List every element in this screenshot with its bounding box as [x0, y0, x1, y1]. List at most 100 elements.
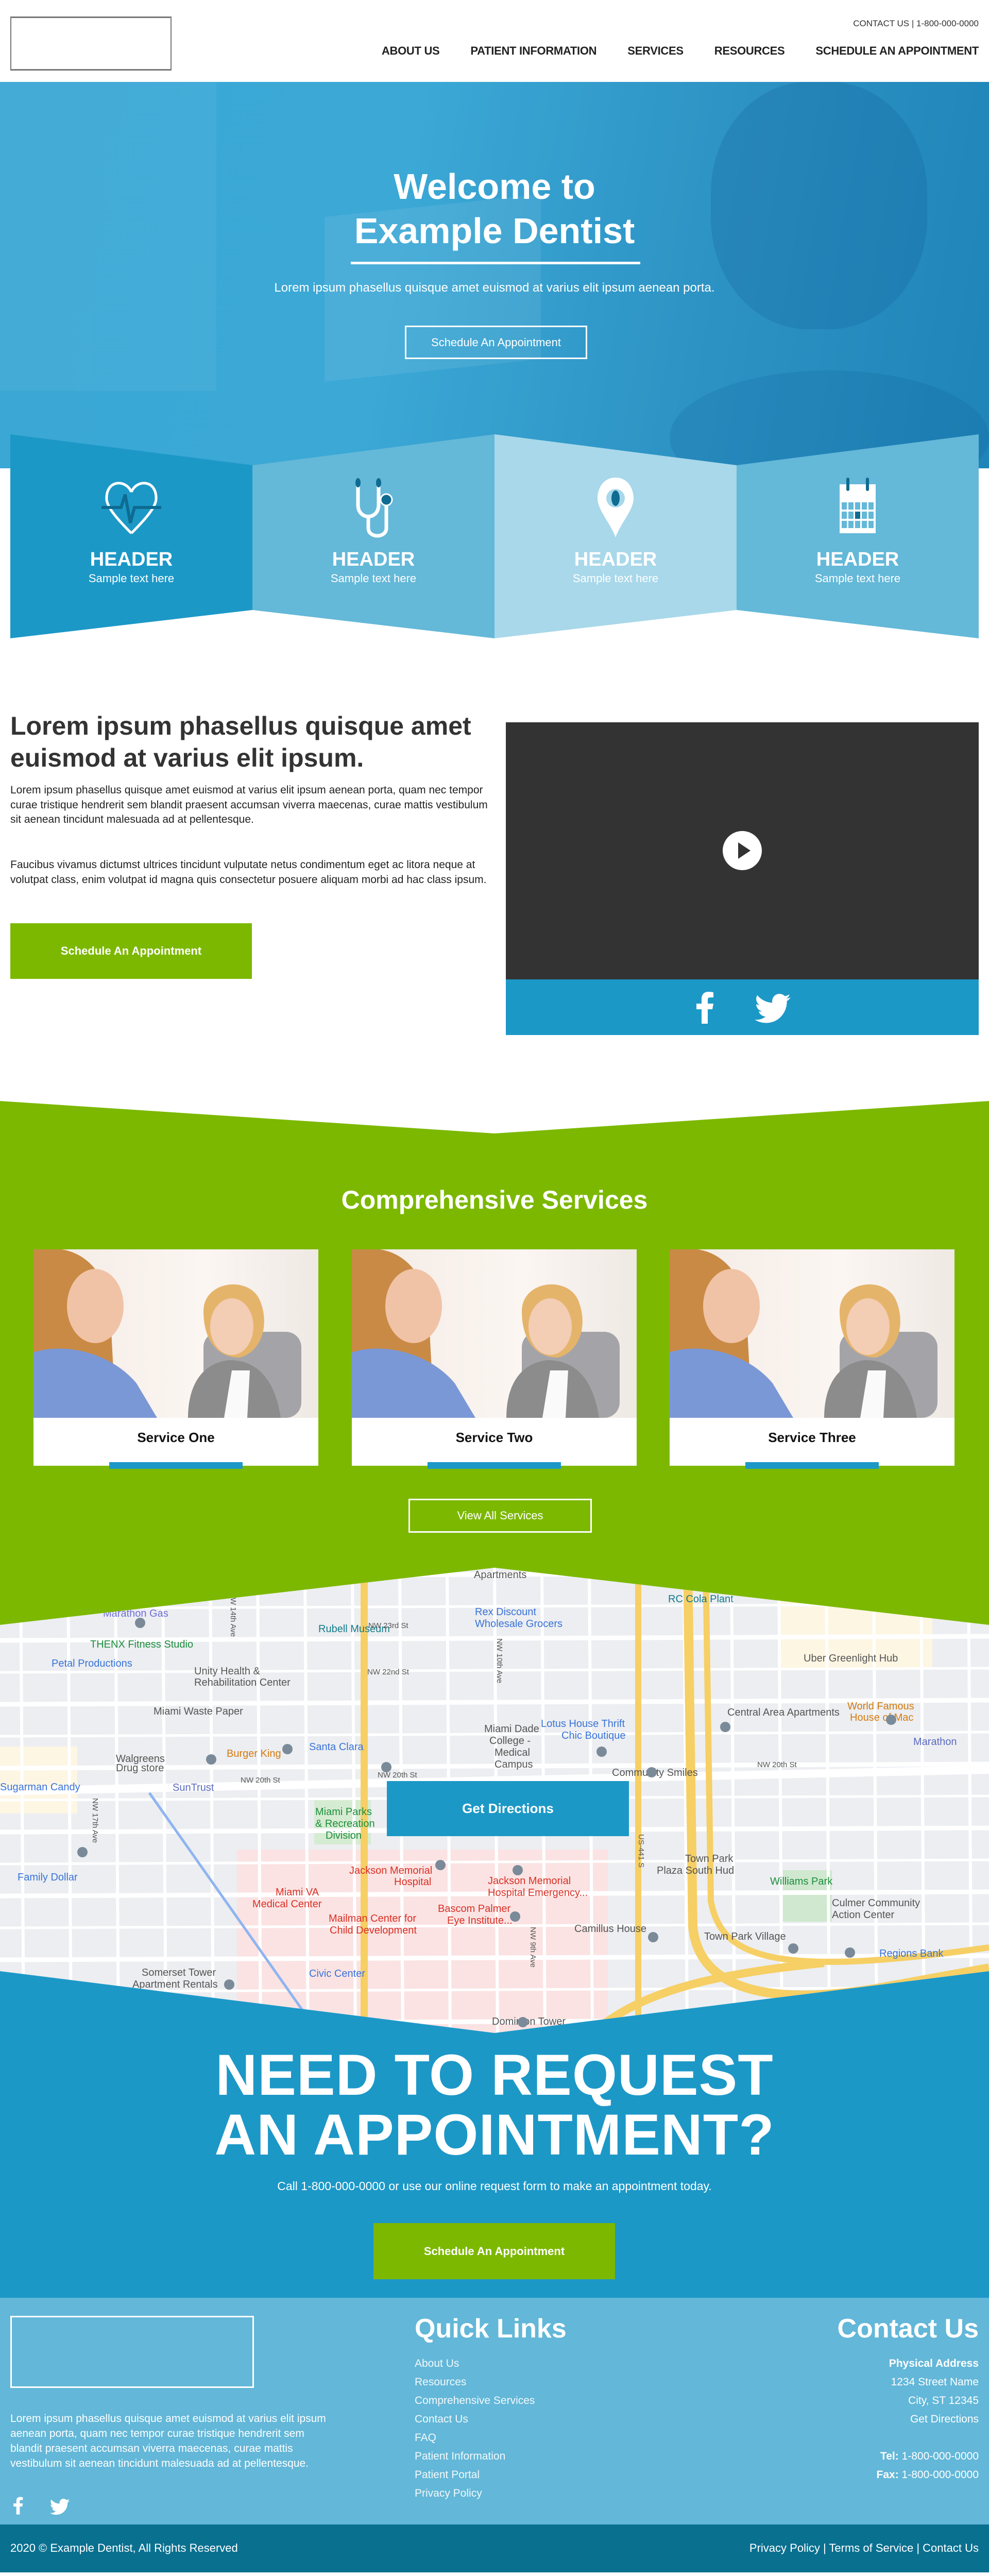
map-label: Medical: [494, 1747, 530, 1758]
map-label: NW 17th Ave: [91, 1798, 99, 1843]
calendar-icon: [840, 478, 876, 533]
feature-panel-3[interactable]: HEADER Sample text here: [494, 433, 737, 639]
highway: [635, 1568, 641, 2033]
quick-link-about-us[interactable]: About Us: [415, 2354, 535, 2373]
feature-text: Sample text here: [330, 572, 417, 585]
contact-us-link[interactable]: CONTACT US: [853, 19, 909, 28]
logo-placeholder[interactable]: [10, 16, 172, 71]
nav-resources[interactable]: RESOURCES: [714, 44, 785, 58]
quick-link-resources[interactable]: Resources: [415, 2373, 535, 2392]
service-accent-bar: [428, 1462, 561, 1469]
street: 1234 Street Name: [891, 2376, 979, 2388]
map-label: Marathon Gas: [103, 1608, 168, 1619]
stethoscope-icon: [355, 478, 393, 538]
map-label: Culmer Community: [832, 1897, 920, 1909]
quick-link-services[interactable]: Comprehensive Services: [415, 2392, 535, 2410]
nurse-patient-photo: [352, 1249, 620, 1418]
phone-link[interactable]: 1-800-000-0000: [916, 19, 979, 28]
map-label: Action Center: [832, 1909, 895, 1921]
map-pin-icon: [381, 1762, 391, 1772]
legal-links: Privacy Policy | Terms of Service | Cont…: [749, 2541, 979, 2555]
map-pin-icon: [513, 1865, 523, 1875]
footer-logo-placeholder[interactable]: [10, 2316, 254, 2388]
map-label: Miami Waste Paper: [154, 1706, 243, 1717]
bottom-bar: 2020 © Example Dentist, All Rights Reser…: [0, 2524, 989, 2572]
footer-about-text: Lorem ipsum phasellus quisque amet euism…: [10, 2413, 326, 2469]
hero-schedule-button[interactable]: Schedule An Appointment: [405, 326, 587, 359]
intro-paragraph-1: Lorem ipsum phasellus quisque amet euism…: [10, 784, 488, 826]
service-photo: [670, 1249, 954, 1418]
map-label: Jackson Memorial: [349, 1865, 432, 1876]
quick-link-privacy[interactable]: Privacy Policy: [415, 2484, 535, 2503]
map-label: Wholesale Grocers: [475, 1618, 562, 1630]
intro-paragraph-2: Faucibus vivamus dictumst ultrices tinci…: [10, 859, 487, 886]
map-pin-icon: [720, 1722, 730, 1732]
map-label: Hospital Emergency...: [488, 1887, 588, 1899]
view-all-services-button[interactable]: View All Services: [408, 1499, 592, 1533]
map-label: NW 9th Ave: [528, 1927, 537, 1968]
feature-panel-4[interactable]: HEADER Sample text here: [737, 433, 979, 639]
feature-panel-1[interactable]: HEADER Sample text here: [10, 433, 252, 639]
cta-schedule-button[interactable]: Schedule An Appointment: [373, 2223, 615, 2279]
map-label: Camillus House: [574, 1923, 646, 1935]
service-photo: [33, 1249, 318, 1418]
cta-title-line2: AN APPOINTMENT?: [214, 2103, 775, 2167]
footer-directions-link[interactable]: Get Directions: [877, 2410, 979, 2429]
map-label: Miami Dade: [484, 1723, 539, 1735]
map-label: RC Cola Plant: [668, 1594, 734, 1605]
map-label: THENX Fitness Studio: [90, 1639, 193, 1650]
main-nav: ABOUT US PATIENT INFORMATION SERVICES RE…: [382, 44, 979, 58]
fax-number: 1-800-000-0000: [901, 2469, 979, 2481]
nav-about-us[interactable]: ABOUT US: [382, 44, 440, 58]
video-social-bar: [506, 979, 979, 1035]
service-label: Service One: [137, 1430, 215, 1445]
nav-services[interactable]: SERVICES: [627, 44, 684, 58]
map-label: Town Park: [685, 1853, 734, 1865]
nav-schedule-appointment[interactable]: SCHEDULE AN APPOINTMENT: [815, 44, 979, 58]
footer-twitter-icon[interactable]: [49, 2499, 70, 2515]
legal-privacy-link[interactable]: Privacy Policy: [749, 2541, 820, 2554]
service-card-two[interactable]: Service Two: [352, 1249, 637, 1469]
site-header: CONTACT US | 1-800-000-0000 ABOUT US PAT…: [0, 0, 989, 82]
map-label: Medical Center: [252, 1899, 322, 1910]
quick-link-faq[interactable]: FAQ: [415, 2429, 535, 2447]
map-label: Child Development: [330, 1925, 417, 1936]
nav-patient-information[interactable]: PATIENT INFORMATION: [470, 44, 596, 58]
map-label: NW 20th St: [378, 1771, 418, 1780]
intro-schedule-button[interactable]: Schedule An Appointment: [10, 923, 252, 979]
divider: |: [911, 19, 917, 28]
tel-line: Tel: 1-800-000-0000: [877, 2447, 979, 2466]
map-pin-icon: [845, 1947, 855, 1958]
map-label: Petal Productions: [52, 1658, 132, 1669]
map-label: NW 20th St: [241, 1776, 281, 1785]
tel-link[interactable]: 1-800-000-0000: [902, 2450, 979, 2462]
map-label: Williams Park: [770, 1876, 833, 1887]
map-label: Regions Bank: [879, 1948, 944, 1959]
legal-terms-link[interactable]: Terms of Service: [829, 2541, 913, 2554]
quick-link-contact[interactable]: Contact Us: [415, 2410, 535, 2429]
twitter-icon[interactable]: [755, 994, 791, 1024]
service-card-one[interactable]: Service One: [33, 1249, 318, 1469]
service-card-three[interactable]: Service Three: [670, 1249, 954, 1469]
feature-header: HEADER: [574, 549, 657, 570]
facebook-icon[interactable]: [694, 991, 715, 1024]
quick-link-patient-info[interactable]: Patient Information: [415, 2447, 535, 2466]
map-pin-icon: [788, 1943, 798, 1954]
fax-line: Fax: 1-800-000-0000: [877, 2466, 979, 2484]
map-label: Burger King: [227, 1748, 281, 1759]
map-label: Rex Discount: [475, 1606, 536, 1618]
quick-link-patient-portal[interactable]: Patient Portal: [415, 2466, 535, 2484]
map-label: NW 14th Ave: [229, 1592, 237, 1637]
legal-contact-link[interactable]: Contact Us: [923, 2541, 979, 2554]
play-button-icon[interactable]: [723, 831, 762, 870]
feature-header: HEADER: [332, 549, 415, 570]
map-label: Hospital: [394, 1876, 431, 1888]
heartbeat-icon: [101, 482, 161, 534]
footer-facebook-icon[interactable]: [12, 2496, 24, 2515]
map-label: Central Area Apartments: [727, 1707, 840, 1718]
map-label: Apartments: [474, 1569, 526, 1581]
feature-panel-2[interactable]: HEADER Sample text here: [252, 433, 494, 639]
map-pin-icon: [646, 1767, 657, 1777]
get-directions-button[interactable]: Get Directions: [387, 1781, 629, 1836]
